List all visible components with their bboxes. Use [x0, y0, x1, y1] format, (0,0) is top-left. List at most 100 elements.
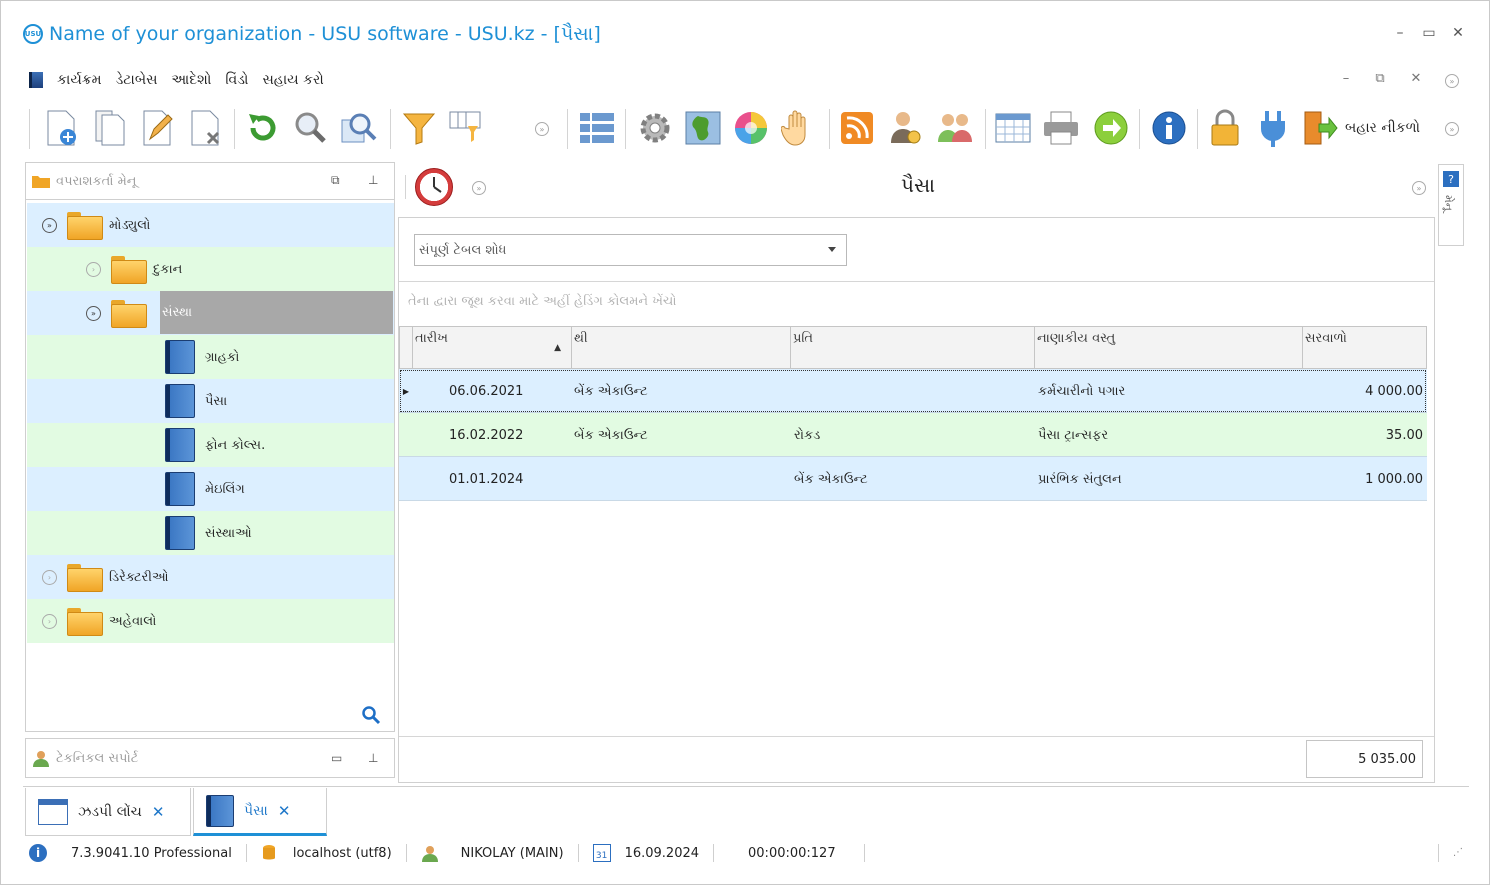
hand-icon[interactable]: [777, 105, 821, 151]
column-header-total[interactable]: સરવાળો: [1303, 326, 1427, 369]
advanced-search-icon[interactable]: [337, 105, 381, 151]
column-chooser-icon[interactable]: [445, 105, 489, 151]
panel-pin-icon[interactable]: ⊥: [368, 173, 378, 187]
color-palette-icon[interactable]: [729, 105, 773, 151]
mdi-close-button[interactable]: ✕: [1407, 71, 1425, 86]
column-header-from[interactable]: થી: [572, 326, 791, 369]
forward-arrow-icon[interactable]: [1089, 105, 1133, 151]
tree-item-money[interactable]: પૈસા: [27, 379, 394, 423]
filter-icon[interactable]: [397, 105, 441, 151]
info-icon[interactable]: [1147, 105, 1191, 151]
tree-item-mailing[interactable]: મેઇલિંગ: [27, 467, 394, 511]
add-record-button[interactable]: [39, 105, 83, 151]
grid-view-icon[interactable]: [575, 105, 619, 151]
collapse-toggle-icon[interactable]: »: [42, 217, 57, 233]
calendar-grid-icon[interactable]: [991, 105, 1035, 151]
tech-support-header[interactable]: ટેકનિકલ સપોર્ટ ▭ ⊥: [25, 738, 395, 778]
refresh-icon[interactable]: [241, 105, 285, 151]
cell-total[interactable]: 35.00: [1303, 413, 1423, 457]
chevron-down-icon[interactable]: [828, 247, 836, 252]
table-row[interactable]: 01.01.2024 બેંક એકાઉન્ટ પ્રારંભિક સંતુલન…: [399, 457, 1427, 501]
table-row[interactable]: ▶ 06.06.2021 બેંક એકાઉન્ટ કર્મચારીનો પગા…: [399, 369, 1427, 413]
exit-button[interactable]: બહાર નીકળો: [1301, 105, 1431, 151]
panel-restore-icon[interactable]: ▭: [331, 751, 342, 765]
table-search-combo[interactable]: સંપૂર્ણ ટેબલ શોધ: [414, 234, 847, 266]
cell-date[interactable]: 01.01.2024: [449, 457, 523, 501]
tree-item-organization[interactable]: » સંસ્થા: [27, 291, 394, 335]
tree-item-organizations[interactable]: સંસ્થાઓ: [27, 511, 394, 555]
edit-record-button[interactable]: [135, 105, 179, 151]
expand-toggle-icon[interactable]: ›: [42, 569, 57, 585]
expand-toggle-icon[interactable]: ›: [42, 613, 57, 629]
tree-item-clients[interactable]: ગ્રાહકો: [27, 335, 394, 379]
delete-record-button[interactable]: [183, 105, 227, 151]
cell-total[interactable]: 4 000.00: [1303, 369, 1423, 413]
cell-to[interactable]: રોકડ: [794, 413, 820, 457]
user-menu-title: વપરાશકર્તા મેનૂ: [56, 173, 137, 189]
cell-item[interactable]: કર્મચારીનો પગાર: [1038, 369, 1125, 413]
search-icon[interactable]: [289, 105, 333, 151]
rss-icon[interactable]: [835, 105, 879, 151]
menu-window[interactable]: વિંડો: [225, 72, 248, 88]
column-header-item[interactable]: નાણાકીય વસ્તુ: [1035, 326, 1303, 369]
user-text: NIKOLAY (MAIN): [460, 845, 564, 861]
mdi-restore-button[interactable]: ⧉: [1371, 71, 1389, 86]
mdi-minimize-button[interactable]: –: [1337, 71, 1355, 86]
clock-icon[interactable]: [415, 168, 453, 206]
column-header-date[interactable]: તારીખ ▲: [413, 326, 572, 369]
menu-options-icon[interactable]: »: [1445, 74, 1459, 88]
cell-date[interactable]: 16.02.2022: [449, 413, 523, 457]
toolbar-more-icon[interactable]: »: [1445, 122, 1459, 136]
tree-item-modules[interactable]: » મોડ્યુલો: [27, 203, 394, 247]
tab-money[interactable]: પૈસા ✕: [193, 788, 327, 836]
expand-toggle-icon[interactable]: ›: [86, 261, 101, 277]
lock-icon[interactable]: [1203, 105, 1247, 151]
window-icon: [38, 798, 68, 825]
menu-program[interactable]: કાર્યક્રમ: [57, 72, 102, 88]
panel-float-icon[interactable]: ⧉: [331, 173, 340, 188]
tab-label: પૈસા: [244, 802, 268, 819]
cell-item[interactable]: પૈસા ટ્રાન્સફર: [1038, 413, 1108, 457]
cell-total[interactable]: 1 000.00: [1303, 457, 1423, 501]
menu-help[interactable]: સહાય કરો: [262, 72, 323, 88]
print-icon[interactable]: [1039, 105, 1083, 151]
users-icon[interactable]: [933, 105, 977, 151]
header-options-icon[interactable]: »: [472, 181, 486, 195]
tree-search-icon[interactable]: [361, 705, 381, 725]
toolbar-separator: [829, 109, 830, 149]
divider: [399, 281, 1434, 282]
minimize-button[interactable]: –: [1391, 25, 1409, 41]
tree-item-shop[interactable]: › દુકાન: [27, 247, 394, 291]
tree-item-directories[interactable]: › ડિરેક્ટરીઓ: [27, 555, 394, 599]
cell-item[interactable]: પ્રારંભિક સંતુલન: [1038, 457, 1122, 501]
side-menu-tab[interactable]: ? મેનૂ: [1438, 164, 1464, 246]
cell-to[interactable]: બેંક એકાઉન્ટ: [794, 457, 868, 501]
tab-quick-launch[interactable]: ઝડપી લોંચ ✕: [25, 788, 191, 836]
folder-icon: [67, 564, 103, 592]
header-more-icon[interactable]: »: [1412, 181, 1426, 195]
cell-from[interactable]: બેંક એકાઉન્ટ: [574, 369, 648, 413]
map-icon[interactable]: [681, 105, 725, 151]
close-button[interactable]: ✕: [1449, 25, 1467, 41]
close-tab-icon[interactable]: ✕: [152, 803, 165, 821]
toolbar-separator: [234, 109, 235, 149]
close-tab-icon[interactable]: ✕: [278, 802, 291, 820]
book-icon: [29, 72, 43, 88]
collapse-toggle-icon[interactable]: »: [86, 305, 101, 321]
column-header-to[interactable]: પ્રતિ: [791, 326, 1035, 369]
menu-commands[interactable]: આદેશો: [171, 72, 211, 88]
copy-record-button[interactable]: [87, 105, 131, 151]
user-settings-icon[interactable]: [883, 105, 927, 151]
toolbar-options-icon[interactable]: »: [535, 122, 549, 136]
tree-item-reports[interactable]: › અહેવાલો: [27, 599, 394, 643]
tree-item-calls[interactable]: ફોન કોલ્સ.: [27, 423, 394, 467]
gear-icon[interactable]: [633, 105, 677, 151]
plugin-icon[interactable]: [1251, 105, 1295, 151]
menu-database[interactable]: ડેટાબેસ: [116, 72, 158, 88]
panel-pin-icon[interactable]: ⊥: [368, 751, 378, 765]
table-row[interactable]: 16.02.2022 બેંક એકાઉન્ટ રોકડ પૈસા ટ્રાન્…: [399, 413, 1427, 457]
resize-grip-icon[interactable]: ⋰: [1453, 847, 1463, 858]
cell-date[interactable]: 06.06.2021: [449, 369, 523, 413]
cell-from[interactable]: બેંક એકાઉન્ટ: [574, 413, 648, 457]
maximize-button[interactable]: ▭: [1420, 25, 1438, 41]
